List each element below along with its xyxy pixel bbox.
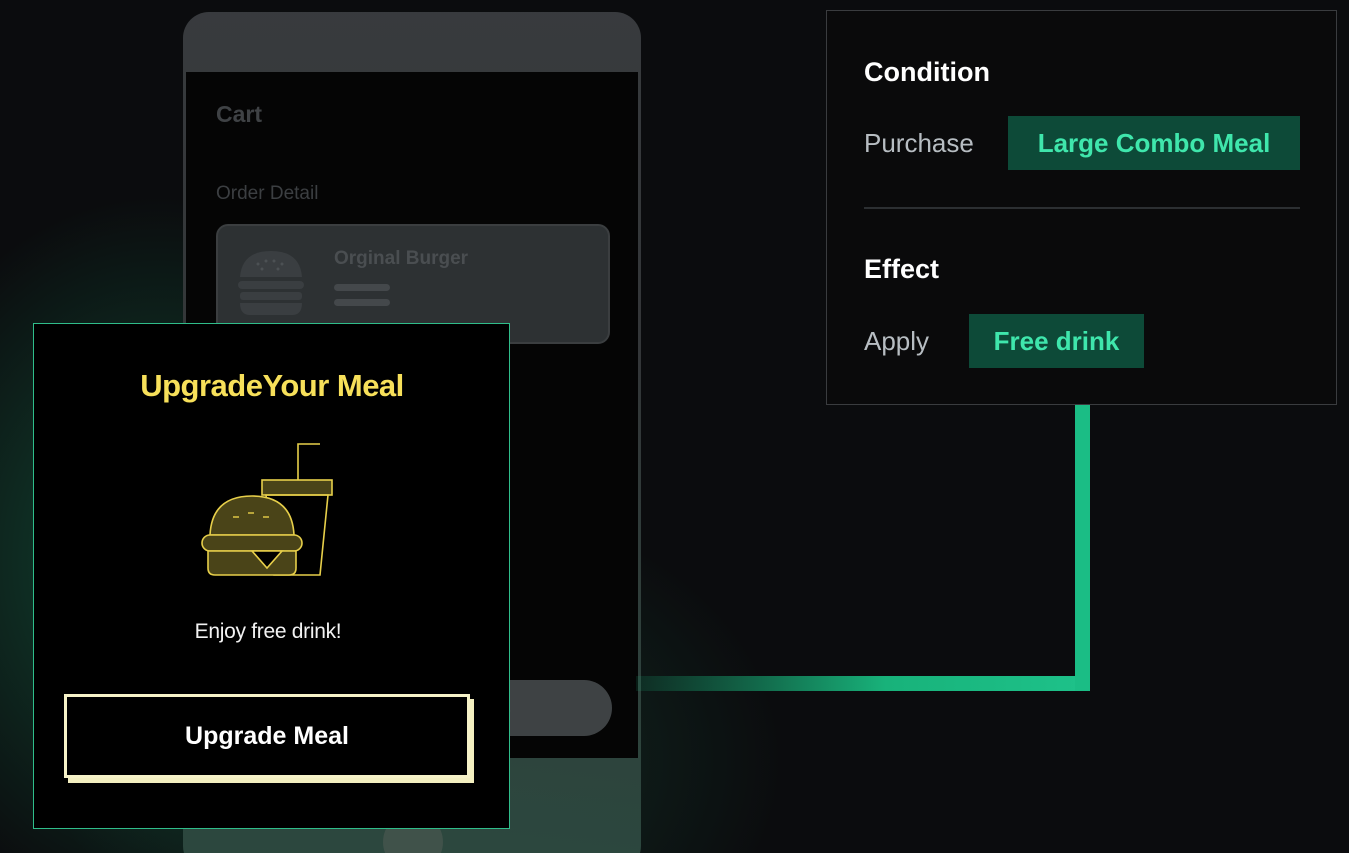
effect-label: Apply (864, 326, 930, 356)
cart-item-placeholder-line (334, 299, 390, 306)
rule-divider (864, 207, 1300, 209)
order-detail-label: Order Detail (216, 183, 319, 204)
popup-message: Enjoy free drink! (194, 620, 342, 643)
condition-label: Purchase (864, 128, 974, 158)
connector-line-vertical (1075, 404, 1090, 691)
burger-thumbnail-icon (238, 251, 304, 315)
cart-title: Cart (216, 101, 263, 127)
cart-item-name: Orginal Burger (334, 248, 469, 269)
popup-title: UpgradeYour Meal (140, 368, 404, 403)
canvas: Cart Order Detail Orginal Burger t Upgra… (0, 0, 1349, 853)
burger-and-drink-icon (201, 443, 333, 576)
condition-heading: Condition (864, 57, 990, 87)
effect-value-chip[interactable]: Free drink (969, 314, 1144, 368)
condition-value-chip[interactable]: Large Combo Meal (1008, 116, 1300, 170)
connector-line-horizontal (636, 676, 1090, 691)
effect-heading: Effect (864, 254, 940, 284)
upgrade-meal-button[interactable]: Upgrade Meal (64, 694, 470, 778)
cart-item-placeholder-line (334, 284, 390, 291)
